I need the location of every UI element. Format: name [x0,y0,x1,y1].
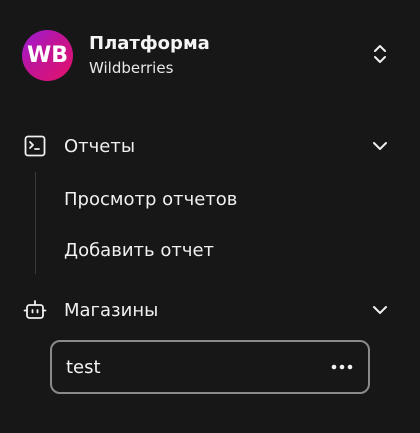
more-horizontal-icon[interactable] [330,358,354,376]
sidebar-item-view-reports[interactable]: Просмотр отчетов [56,179,396,219]
submenu-divider [35,172,36,274]
sidebar: WB Платформа Wildberries Отчеты Просмотр… [0,0,420,433]
team-name: Платформа [89,33,210,54]
sidebar-item-store-test[interactable]: test [50,340,370,394]
nav-group-reports[interactable]: Отчеты [22,128,398,164]
chevron-down-icon [373,142,387,150]
team-logo-text: WB [26,42,69,68]
team-info: Платформа Wildberries [89,32,210,78]
nav-group-stores-label: Магазины [64,299,159,321]
team-switcher[interactable]: WB Платформа Wildberries [22,29,400,81]
terminal-icon [22,133,48,159]
nav-group-reports-label: Отчеты [64,135,136,157]
sidebar-item-add-report[interactable]: Добавить отчет [56,230,396,270]
bot-icon [22,297,48,323]
nav-group-stores[interactable]: Магазины [22,292,398,328]
chevrons-up-down-icon [374,45,386,63]
store-item-label: test [66,356,101,378]
chevron-down-icon [373,306,387,314]
team-logo: WB [22,29,73,81]
team-subtitle: Wildberries [89,59,174,77]
